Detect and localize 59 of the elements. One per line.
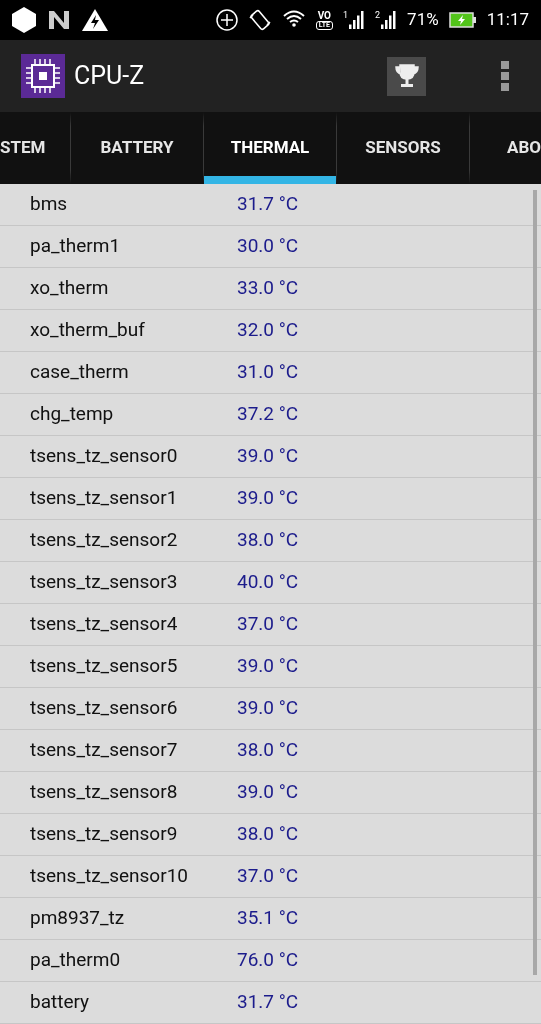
sensor-name: tsens_tz_sensor6 <box>30 695 179 722</box>
sensor-name: tsens_tz_sensor0 <box>30 443 179 470</box>
sensor-value: 39.0 °C <box>237 485 299 512</box>
sensor-name: battery <box>30 989 91 1016</box>
sensor-name: chg_temp <box>30 401 115 428</box>
trophy-icon <box>392 62 421 90</box>
sim-number: 1 <box>342 11 349 20</box>
app-title: CPU-Z <box>74 60 145 93</box>
vibrate-icon <box>247 8 272 32</box>
sensor-name: tsens_tz_sensor7 <box>30 737 179 764</box>
sensor-value: 37.0 °C <box>237 611 299 638</box>
signal-icon <box>381 11 398 29</box>
sensor-name: pa_therm0 <box>30 947 122 974</box>
battery-percent: 71% <box>407 8 439 32</box>
sensor-name: tsens_tz_sensor5 <box>30 653 179 680</box>
sensor-value: 32.0 °C <box>237 317 299 344</box>
sensor-value: 30.0 °C <box>237 233 299 260</box>
sensor-value: 39.0 °C <box>237 443 299 470</box>
sensor-name: tsens_tz_sensor4 <box>30 611 179 638</box>
sensor-value: 39.0 °C <box>237 779 299 806</box>
sensor-name: xo_therm_buf <box>30 317 146 344</box>
sensor-name: case_therm <box>30 359 130 386</box>
sensor-value: 39.0 °C <box>237 653 299 680</box>
sensor-name: tsens_tz_sensor3 <box>30 569 179 596</box>
chip-logo-icon <box>21 54 65 98</box>
sensor-name: tsens_tz_sensor2 <box>30 527 179 554</box>
sensor-name: pm8937_tz <box>30 905 126 932</box>
sensor-name: tsens_tz_sensor8 <box>30 779 179 806</box>
sensor-name: tsens_tz_sensor9 <box>30 821 179 848</box>
n-logo-icon <box>48 10 70 30</box>
sensor-value: 37.0 °C <box>237 863 299 890</box>
menu-button[interactable] <box>501 61 511 91</box>
warning-bolt-icon <box>82 9 108 31</box>
sensor-value: 35.1 °C <box>237 905 299 932</box>
add-circle-icon <box>215 9 238 31</box>
hexagon-icon <box>12 7 36 33</box>
sensor-value: 38.0 °C <box>237 821 299 848</box>
signal-icon <box>349 11 366 29</box>
sensor-value: 38.0 °C <box>237 527 299 554</box>
sensor-value: 37.2 °C <box>237 401 299 428</box>
volte-text: VO <box>317 10 331 21</box>
sensor-value: 31.0 °C <box>237 359 299 386</box>
trophy-button[interactable] <box>387 56 426 96</box>
sensor-name: bms <box>30 191 69 218</box>
sensor-value: 33.0 °C <box>237 275 299 302</box>
sensor-value: 39.0 °C <box>237 695 299 722</box>
sensor-value: 31.7 °C <box>237 989 299 1016</box>
sensor-value: 31.7 °C <box>237 191 299 218</box>
sensor-name: xo_therm <box>30 275 110 302</box>
battery-charging-icon <box>448 12 477 28</box>
clock-time: 11:17 <box>486 8 529 32</box>
sensor-name: pa_therm1 <box>30 233 122 260</box>
sim-number: 2 <box>375 11 381 20</box>
sensor-name: tsens_tz_sensor1 <box>30 485 179 512</box>
tab[interactable]: STEM <box>0 112 46 184</box>
sensor-name: tsens_tz_sensor10 <box>30 863 189 890</box>
sensor-value: 76.0 °C <box>237 947 299 974</box>
sensor-value: 40.0 °C <box>237 569 299 596</box>
sensor-value: 38.0 °C <box>237 737 299 764</box>
